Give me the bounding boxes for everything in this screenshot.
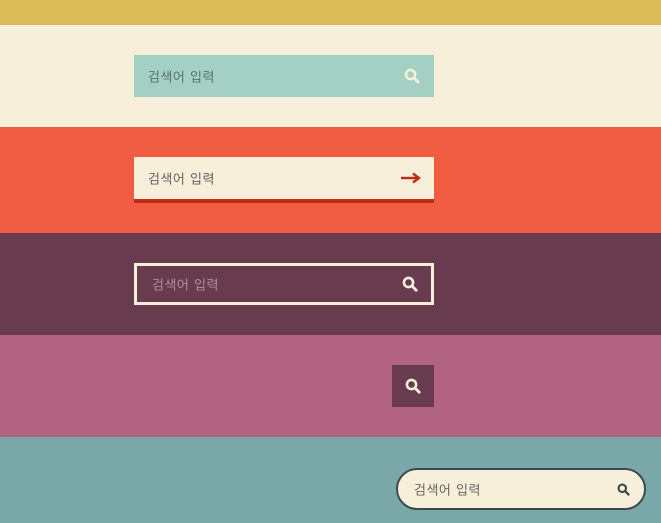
section-1: 검색어 입력 <box>0 25 661 127</box>
search-button-2[interactable] <box>388 157 434 199</box>
search-box-5[interactable]: 검색어 입력 <box>396 468 646 510</box>
top-stripe <box>0 0 661 25</box>
search-input-5[interactable]: 검색어 입력 <box>414 480 481 499</box>
arrow-right-icon <box>401 172 421 184</box>
section-2: 검색어 입력 <box>0 127 661 233</box>
search-button-5[interactable] <box>602 470 644 508</box>
search-button-3[interactable] <box>389 266 431 302</box>
search-button-1[interactable] <box>390 55 434 97</box>
search-input-2[interactable]: 검색어 입력 <box>148 169 215 188</box>
section-3: 검색어 입력 <box>0 233 661 335</box>
search-icon <box>402 276 418 292</box>
search-button-4[interactable] <box>392 365 434 407</box>
search-box-3[interactable]: 검색어 입력 <box>134 263 434 305</box>
search-box-1[interactable]: 검색어 입력 <box>134 55 434 97</box>
search-box-2[interactable]: 검색어 입력 <box>134 157 434 203</box>
search-icon <box>404 68 420 84</box>
search-icon <box>616 482 630 496</box>
section-4 <box>0 335 661 437</box>
search-icon <box>405 378 421 394</box>
section-5: 검색어 입력 <box>0 437 661 523</box>
search-toggle-button[interactable] <box>392 365 434 407</box>
search-input-1[interactable]: 검색어 입력 <box>148 67 215 86</box>
search-input-3[interactable]: 검색어 입력 <box>152 275 219 294</box>
